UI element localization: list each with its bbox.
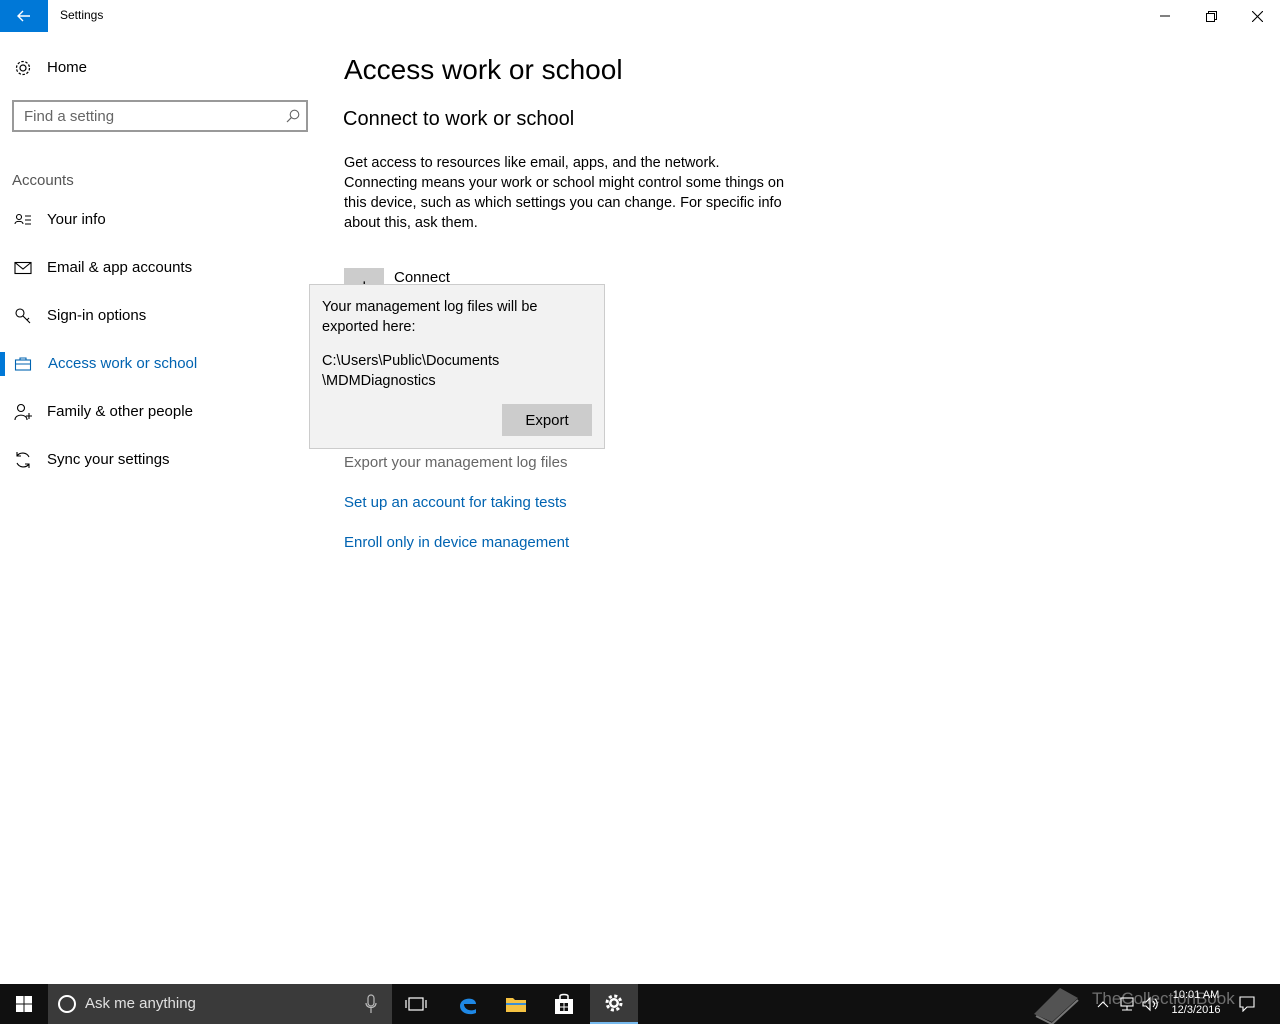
export-log-files-link[interactable]: Export your management log files [344, 454, 567, 471]
sync-icon [16, 452, 30, 468]
export-button[interactable]: Export [502, 404, 592, 436]
edge-icon [460, 998, 476, 1015]
store-bag-icon [555, 993, 573, 1014]
section-title: Connect to work or school [343, 108, 575, 130]
setup-test-account-link[interactable]: Set up an account for taking tests [344, 494, 567, 511]
home-nav-item[interactable]: Home [0, 52, 320, 84]
start-button[interactable] [0, 984, 48, 1024]
gear-icon [605, 994, 623, 1012]
show-hidden-icons-button[interactable] [1094, 984, 1112, 1024]
gear-icon [15, 60, 31, 76]
sidebar-item-access-work[interactable]: Access work or school [0, 344, 320, 384]
network-icon [1120, 997, 1134, 1011]
sidebar-item-label: Email & app accounts [47, 259, 193, 276]
export-path-line: C:\Users\Public\Documents [322, 353, 500, 369]
folder-icon [506, 998, 526, 1012]
file-explorer-button[interactable] [492, 984, 540, 1024]
section-header-accounts: Accounts [12, 172, 74, 189]
main-content: Access work or school Connect to work or… [320, 32, 1280, 984]
sidebar: Home Accounts Your info Email & app acco… [0, 32, 320, 984]
microphone-icon[interactable] [364, 994, 378, 1014]
search-input[interactable] [14, 102, 274, 130]
task-view-icon [405, 997, 427, 1011]
back-button[interactable] [0, 0, 48, 32]
active-indicator [0, 352, 5, 376]
cortana-placeholder: Ask me anything [85, 995, 196, 1012]
edge-button[interactable] [444, 984, 492, 1024]
minimize-icon [1160, 15, 1170, 17]
sidebar-item-family[interactable]: Family & other people [0, 392, 320, 432]
sidebar-item-label: Sync your settings [47, 451, 170, 468]
restore-button[interactable] [1188, 0, 1234, 32]
windows-logo-icon [16, 996, 32, 1012]
export-flyout: Your management log files will be export… [309, 284, 605, 449]
home-label: Home [47, 59, 88, 76]
sidebar-item-email[interactable]: Email & app accounts [0, 248, 320, 288]
sidebar-item-your-info[interactable]: Your info [0, 200, 320, 240]
briefcase-icon [14, 357, 32, 371]
close-button[interactable] [1234, 0, 1280, 32]
flyout-message: Your management log files will be export… [322, 299, 538, 335]
action-center-button[interactable] [1234, 984, 1260, 1024]
sidebar-item-label: Sign-in options [47, 307, 147, 324]
search-icon[interactable] [286, 109, 300, 123]
search-box[interactable] [12, 100, 308, 132]
export-path-line: \MDMDiagnostics [322, 373, 436, 389]
clock[interactable]: 10:01 AM 12/3/2016 [1158, 988, 1234, 1018]
minimize-button[interactable] [1142, 0, 1188, 32]
window-title: Settings [60, 8, 104, 22]
sidebar-item-label: Access work or school [48, 355, 198, 372]
person-card-icon [14, 213, 31, 225]
page-title: Access work or school [344, 54, 623, 85]
taskbar: Ask me anything TheCollectionBook 10:01 … [0, 984, 1280, 1024]
clock-date: 12/3/2016 [1171, 1004, 1221, 1016]
export-path: C:\Users\Public\Documents \MDMDiagnostic… [322, 351, 592, 391]
notification-icon [1239, 996, 1255, 1012]
sidebar-item-label: Family & other people [47, 403, 193, 420]
close-icon [1251, 10, 1263, 22]
sidebar-item-sign-in[interactable]: Sign-in options [0, 296, 320, 336]
enroll-device-management-link[interactable]: Enroll only in device management [344, 534, 569, 551]
description-text: Get access to resources like email, apps… [344, 155, 785, 231]
cortana-search-box[interactable]: Ask me anything [48, 984, 392, 1024]
task-view-button[interactable] [392, 984, 440, 1024]
mail-icon [14, 261, 32, 275]
book-logo-icon [1034, 988, 1079, 1024]
restore-icon [1205, 10, 1217, 22]
arrow-left-icon [17, 10, 30, 22]
sidebar-item-sync[interactable]: Sync your settings [0, 440, 320, 480]
store-button[interactable] [540, 984, 588, 1024]
settings-taskbar-button[interactable] [590, 984, 638, 1024]
clock-time: 10:01 AM [1172, 989, 1220, 1001]
chevron-up-icon [1097, 1001, 1109, 1008]
sidebar-item-label: Your info [47, 211, 106, 228]
key-icon [15, 308, 31, 324]
network-button[interactable] [1116, 984, 1138, 1024]
title-bar: Settings [0, 0, 1280, 32]
cortana-icon [58, 995, 76, 1013]
person-add-icon [14, 403, 32, 421]
